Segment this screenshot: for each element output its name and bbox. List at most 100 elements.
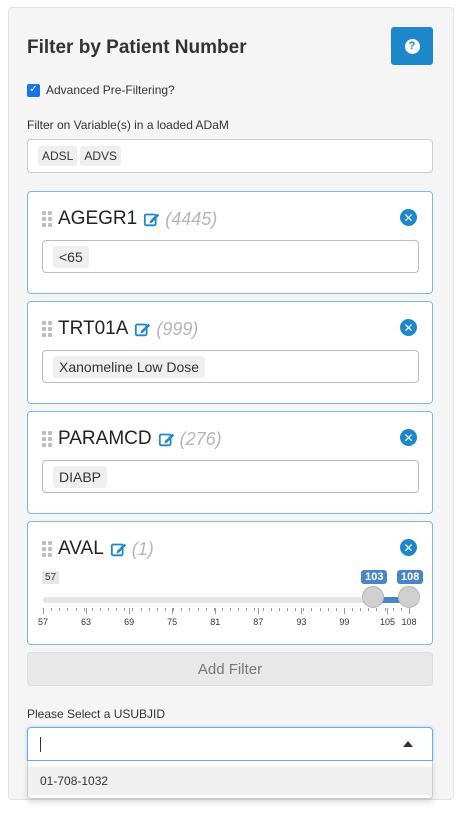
- slider-minor-tick: [376, 608, 378, 611]
- slider-minor-tick: [132, 608, 134, 611]
- slider-minor-tick: [59, 608, 61, 611]
- slider-minor-tick: [205, 608, 207, 611]
- caret-up-icon[interactable]: [403, 741, 413, 747]
- variable-chip[interactable]: ADSL: [38, 146, 78, 166]
- slider-tick-label: 93: [296, 617, 307, 627]
- slider-minor-tick: [270, 608, 272, 611]
- slider-minor-tick: [262, 608, 264, 611]
- filter-header: PARAMCD (276): [42, 428, 222, 450]
- drag-handle-icon[interactable]: [42, 431, 52, 447]
- slider-minor-tick: [311, 608, 313, 611]
- slider-tick-label: 99: [339, 617, 350, 627]
- slider-minor-tick: [67, 608, 69, 611]
- slider-minor-tick: [230, 608, 232, 611]
- add-filter-button[interactable]: Add Filter: [27, 652, 433, 686]
- slider-minor-tick: [221, 608, 223, 611]
- edit-icon[interactable]: [158, 430, 176, 448]
- filter-value-select[interactable]: <65: [42, 240, 419, 273]
- slider-minor-tick: [156, 608, 158, 611]
- slider-tick-label: 69: [124, 617, 135, 627]
- variable-chip[interactable]: ADVS: [80, 146, 122, 166]
- slider-minor-tick: [75, 608, 77, 611]
- filter-variable-name: TRT01A: [58, 318, 129, 339]
- range-slider[interactable]: 57 103 108 57 63 69 75 81 87 93 99 105 108: [28, 522, 434, 644]
- slider-tick-label: 81: [210, 617, 221, 627]
- slider-minor-tick: [287, 608, 288, 611]
- slider-major-tick: [43, 608, 44, 614]
- variables-label: Filter on Variable(s) in a loaded ADaM: [27, 118, 229, 132]
- filter-card-trt01a: TRT01A (999) ✕ Xanomeline Low Dose: [27, 301, 433, 404]
- usubjid-option[interactable]: 01-708-1032: [28, 767, 432, 795]
- slider-major-tick: [258, 608, 260, 614]
- drag-handle-icon[interactable]: [42, 211, 52, 227]
- filter-card-agegr1: AGEGR1 (4445) ✕ <65: [27, 191, 433, 294]
- edit-icon[interactable]: [143, 210, 161, 228]
- slider-minor-tick: [246, 608, 248, 611]
- slider-track[interactable]: [43, 597, 409, 603]
- slider-minor-tick: [116, 608, 118, 611]
- slider-minor-tick: [165, 608, 166, 611]
- filter-value-select[interactable]: DIABP: [42, 460, 419, 493]
- filter-value-chip[interactable]: Xanomeline Low Dose: [53, 355, 206, 378]
- slider-minor-tick: [360, 608, 362, 611]
- slider-minor-tick: [392, 608, 394, 611]
- remove-filter-icon[interactable]: ✕: [400, 429, 417, 446]
- remove-filter-icon[interactable]: ✕: [400, 319, 417, 336]
- slider-tick-label: 63: [81, 617, 92, 627]
- advanced-prefilter-label[interactable]: Advanced Pre-Filtering?: [46, 83, 175, 97]
- slider-minor-tick: [83, 608, 85, 611]
- filter-count: (4445): [165, 208, 218, 229]
- slider-minor-tick: [335, 608, 337, 611]
- slider-minor-tick: [303, 608, 305, 611]
- slider-minor-tick: [254, 608, 256, 611]
- filter-card-paramcd: PARAMCD (276) ✕ DIABP: [27, 411, 433, 514]
- slider-minor-tick: [238, 608, 240, 611]
- slider-minor-tick: [148, 608, 150, 611]
- help-button[interactable]: ?: [391, 27, 433, 65]
- slider-tick-label: 87: [253, 617, 264, 627]
- slider-minor-tick: [197, 608, 199, 611]
- slider-minor-tick: [140, 608, 142, 611]
- text-caret: [40, 737, 41, 752]
- advanced-prefilter-checkbox[interactable]: ✓: [27, 83, 40, 97]
- slider-major-tick: [344, 608, 346, 614]
- question-icon: ?: [404, 38, 420, 54]
- filter-count: (276): [179, 428, 222, 449]
- filter-value-chip[interactable]: <65: [53, 245, 89, 268]
- filter-value-select[interactable]: Xanomeline Low Dose: [42, 350, 419, 383]
- slider-minor-tick: [173, 608, 175, 611]
- slider-tick-label: 57: [37, 617, 49, 627]
- variables-select[interactable]: ADSL ADVS: [27, 139, 433, 173]
- drag-handle-icon[interactable]: [42, 321, 52, 337]
- slider-major-tick: [409, 608, 410, 614]
- remove-filter-icon[interactable]: ✕: [400, 209, 417, 226]
- filter-value-chip[interactable]: DIABP: [53, 465, 108, 488]
- slider-low-handle[interactable]: [362, 586, 385, 608]
- edit-icon[interactable]: [134, 320, 152, 338]
- usubjid-label: Please Select a USUBJID: [27, 707, 166, 721]
- slider-minor-tick: [181, 608, 183, 611]
- slider-minor-tick: [384, 608, 386, 611]
- filter-header: AGEGR1 (4445): [42, 208, 217, 230]
- slider-minor-tick: [51, 608, 53, 611]
- usubjid-dropdown-menu: 01-708-1032: [27, 761, 433, 799]
- panel-title: Filter by Patient Number: [27, 37, 247, 58]
- slider-major-tick: [172, 608, 174, 614]
- slider-major-tick: [387, 608, 389, 614]
- slider-high-handle[interactable]: [398, 586, 420, 608]
- slider-tick-label: 108: [401, 617, 417, 627]
- slider-minor-tick: [295, 608, 297, 611]
- slider-low-value-label: 103: [361, 570, 388, 584]
- slider-major-tick: [129, 608, 131, 614]
- slider-minor-tick: [327, 608, 329, 611]
- usubjid-select[interactable]: [27, 727, 433, 761]
- slider-minor-tick: [189, 608, 191, 611]
- slider-major-tick: [215, 608, 217, 614]
- slider-min-label: 57: [42, 571, 60, 584]
- slider-minor-tick: [108, 608, 110, 611]
- filter-variable-name: PARAMCD: [58, 428, 152, 449]
- slider-minor-tick: [319, 608, 321, 611]
- filter-header: TRT01A (999): [42, 318, 198, 340]
- slider-high-value-label: 108: [397, 570, 424, 584]
- slider-tick-label: 75: [167, 617, 178, 627]
